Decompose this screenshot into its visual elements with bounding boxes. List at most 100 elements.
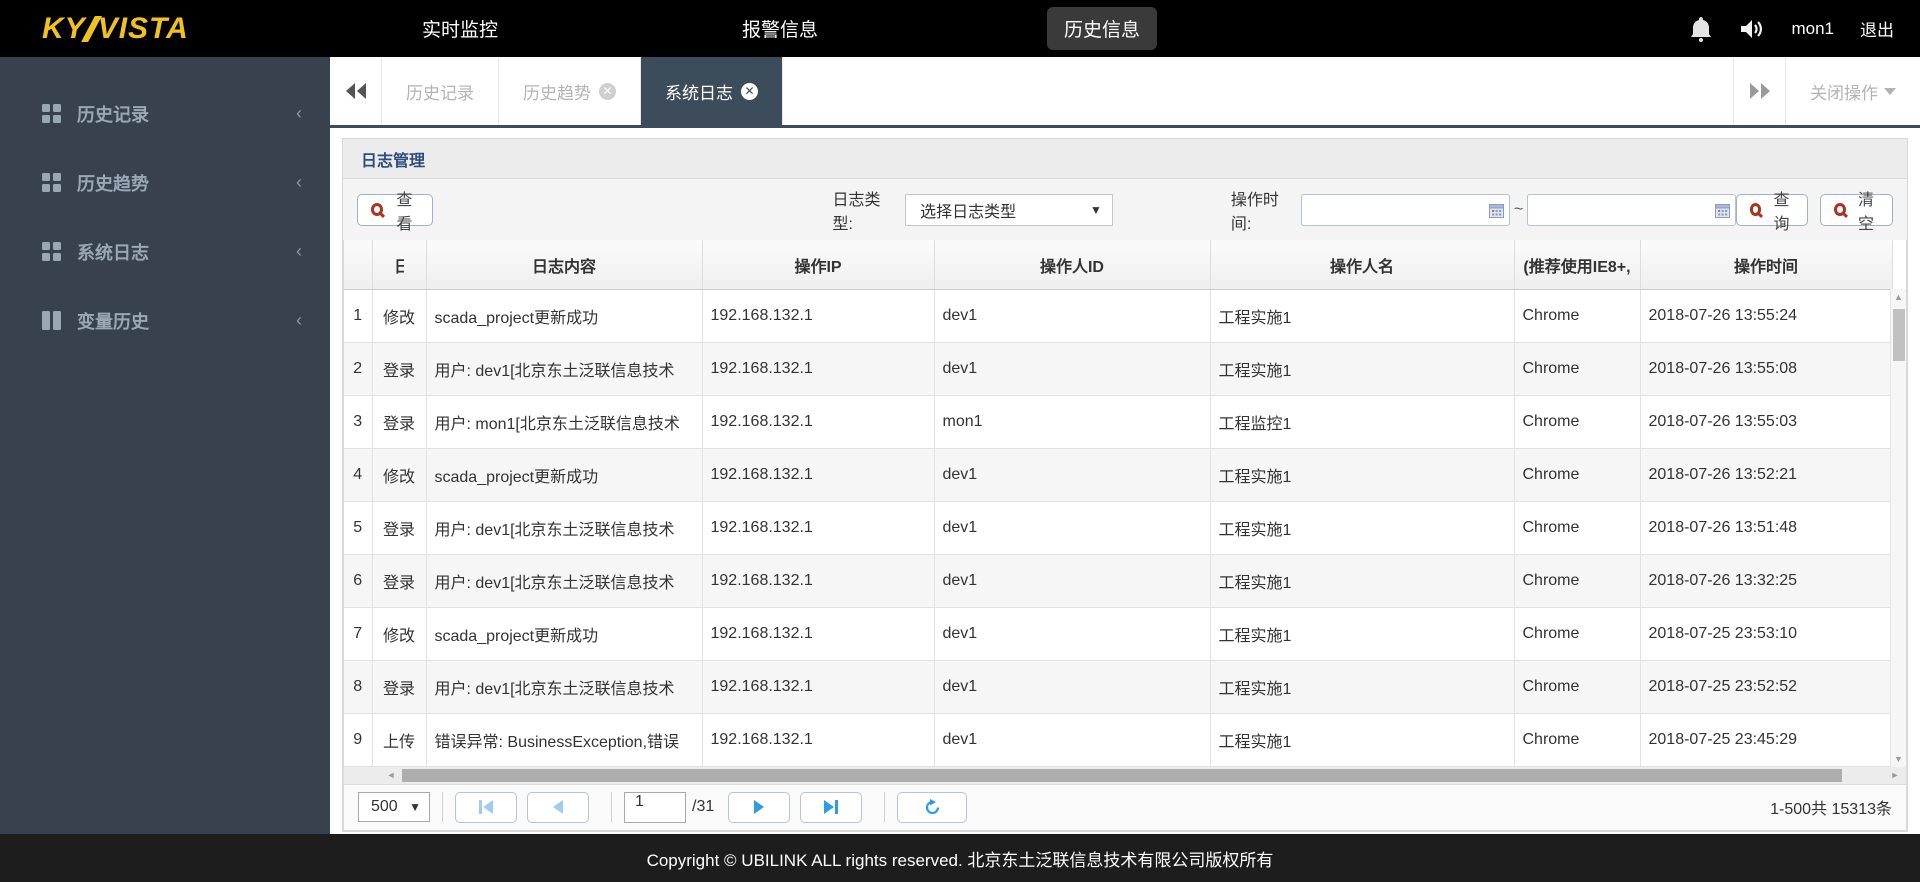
logo-text-right: VISTA bbox=[98, 12, 189, 46]
cell-log-content: scada_project更新成功 bbox=[426, 448, 702, 501]
col-log-content[interactable]: 日志内容 bbox=[426, 240, 702, 289]
cell-row-number: 8 bbox=[344, 660, 372, 713]
table-row[interactable]: 3 登录 用户: mon1[北京东土泛联信息技术 192.168.132.1 m… bbox=[344, 395, 1892, 448]
cell-operator-id: dev1 bbox=[934, 342, 1210, 395]
toolbar: 查看 日志类型: 选择日志类型 ▼ 操作时间: bbox=[343, 179, 1907, 240]
page-size-value: 500 bbox=[371, 798, 409, 816]
sidebar-item-history-records[interactable]: 历史记录 ‹ bbox=[0, 79, 330, 148]
scroll-up-icon[interactable]: ▲ bbox=[1891, 289, 1906, 305]
col-log-type[interactable]: 日志类型 bbox=[372, 240, 426, 289]
tabs-scroll-right-button[interactable] bbox=[1733, 57, 1785, 125]
time-to-input[interactable] bbox=[1527, 194, 1736, 226]
first-page-button[interactable] bbox=[455, 792, 517, 823]
scroll-down-icon[interactable]: ▼ bbox=[1891, 751, 1906, 767]
table-row[interactable]: 2 登录 用户: dev1[北京东土泛联信息技术 192.168.132.1 d… bbox=[344, 342, 1892, 395]
topnav-realtime-monitor[interactable]: 实时监控 bbox=[400, 0, 520, 57]
grid-icon bbox=[42, 104, 61, 123]
cell-operator-id: dev1 bbox=[934, 554, 1210, 607]
cell-row-number: 9 bbox=[344, 713, 372, 766]
vertical-scroll-thumb[interactable] bbox=[1893, 309, 1905, 361]
table-row[interactable]: 8 登录 用户: dev1[北京东土泛联信息技术 192.168.132.1 d… bbox=[344, 660, 1892, 713]
query-button[interactable]: 查询 bbox=[1736, 194, 1809, 226]
sidebar-item-history-trend[interactable]: 历史趋势 ‹ bbox=[0, 148, 330, 217]
close-icon[interactable]: ✕ bbox=[741, 83, 758, 100]
topnav-alarm-info[interactable]: 报警信息 bbox=[720, 0, 840, 57]
log-management-panel: 日志管理 查看 日志类型: 选择日志类型 ▼ 操作时间: bbox=[342, 138, 1908, 832]
cell-operation-time: 2018-07-26 13:55:03 bbox=[1640, 395, 1892, 448]
col-operation-time[interactable]: 操作时间 bbox=[1640, 240, 1892, 289]
cell-log-type: 修改 bbox=[372, 289, 426, 342]
refresh-button[interactable] bbox=[897, 792, 967, 823]
logout-button[interactable]: 退出 bbox=[1860, 16, 1894, 41]
topnav-label: 历史信息 bbox=[1047, 7, 1157, 50]
table-row[interactable]: 4 修改 scada_project更新成功 192.168.132.1 dev… bbox=[344, 448, 1892, 501]
scroll-left-icon[interactable]: ◄ bbox=[382, 767, 400, 784]
table-row[interactable]: 6 登录 用户: dev1[北京东土泛联信息技术 192.168.132.1 d… bbox=[344, 554, 1892, 607]
next-page-button[interactable] bbox=[728, 792, 790, 823]
columns-icon bbox=[42, 311, 61, 330]
cell-operation-ip: 192.168.132.1 bbox=[702, 448, 934, 501]
tabs-scroll-left-button[interactable] bbox=[330, 57, 382, 125]
cell-browser: Chrome bbox=[1514, 342, 1640, 395]
col-operator-name[interactable]: 操作人名 bbox=[1210, 240, 1514, 289]
previous-page-button[interactable] bbox=[527, 792, 589, 823]
col-operator-id[interactable]: 操作人ID bbox=[934, 240, 1210, 289]
log-table-wrap: 日志类型 日志内容 操作IP 操作人ID 操作人名 (推荐使用IE8+, 操作时… bbox=[343, 240, 1907, 767]
view-button-label: 查看 bbox=[390, 186, 418, 234]
col-browser[interactable]: (推荐使用IE8+, bbox=[1514, 240, 1640, 289]
cell-operator-id: dev1 bbox=[934, 713, 1210, 766]
page-number-input[interactable]: 1 bbox=[624, 792, 686, 823]
cell-browser: Chrome bbox=[1514, 554, 1640, 607]
grid-icon bbox=[42, 242, 61, 261]
sidebar-item-system-log[interactable]: 系统日志 ‹ bbox=[0, 217, 330, 286]
magnifier-icon bbox=[1834, 203, 1846, 216]
top-header: KY VISTA 实时监控 报警信息 历史信息 bbox=[0, 0, 1920, 57]
vertical-scrollbar[interactable]: ▲ ▼ bbox=[1890, 289, 1906, 767]
cell-operator-name: 工程实施1 bbox=[1210, 660, 1514, 713]
sidebar-item-variable-history[interactable]: 变量历史 ‹ bbox=[0, 286, 330, 355]
tab-history-trend[interactable]: 历史趋势 ✕ bbox=[499, 57, 641, 125]
calendar-icon[interactable] bbox=[1489, 203, 1504, 223]
horizontal-scroll-thumb[interactable] bbox=[402, 769, 1842, 782]
cell-log-content: 用户: dev1[北京东土泛联信息技术 bbox=[426, 554, 702, 607]
cell-operator-id: dev1 bbox=[934, 607, 1210, 660]
topnav-history-info[interactable]: 历史信息 bbox=[1040, 0, 1164, 57]
clear-button[interactable]: 清空 bbox=[1820, 194, 1893, 226]
cell-row-number: 1 bbox=[344, 289, 372, 342]
time-from-input[interactable] bbox=[1301, 194, 1510, 226]
table-body: 1 修改 scada_project更新成功 192.168.132.1 dev… bbox=[344, 289, 1892, 766]
col-row-number[interactable] bbox=[344, 240, 372, 289]
sidebar-item-label: 变量历史 bbox=[77, 308, 296, 334]
cell-operation-time: 2018-07-26 13:51:48 bbox=[1640, 501, 1892, 554]
sidebar-item-label: 历史记录 bbox=[77, 101, 296, 127]
topnav-label: 实时监控 bbox=[422, 15, 498, 42]
table-row[interactable]: 9 上传 错误异常: BusinessException,错误 192.168.… bbox=[344, 713, 1892, 766]
cell-log-content: scada_project更新成功 bbox=[426, 607, 702, 660]
horizontal-scrollbar[interactable]: ◄ ► bbox=[343, 767, 1907, 785]
calendar-icon[interactable] bbox=[1715, 203, 1730, 223]
cell-browser: Chrome bbox=[1514, 607, 1640, 660]
col-operation-ip[interactable]: 操作IP bbox=[702, 240, 934, 289]
grid-icon bbox=[42, 173, 61, 192]
tab-system-log[interactable]: 系统日志 ✕ bbox=[641, 57, 783, 125]
cell-operation-ip: 192.168.132.1 bbox=[702, 607, 934, 660]
table-row[interactable]: 5 登录 用户: dev1[北京东土泛联信息技术 192.168.132.1 d… bbox=[344, 501, 1892, 554]
cell-row-number: 6 bbox=[344, 554, 372, 607]
topnav-label: 报警信息 bbox=[742, 15, 818, 42]
time-range-separator: ~ bbox=[1514, 201, 1523, 219]
close-icon[interactable]: ✕ bbox=[599, 83, 616, 100]
page: KY VISTA 实时监控 报警信息 历史信息 bbox=[0, 0, 1920, 882]
bell-icon[interactable] bbox=[1689, 16, 1713, 42]
view-button[interactable]: 查看 bbox=[357, 194, 433, 226]
total-pages-label: /31 bbox=[692, 798, 714, 816]
log-type-select[interactable]: 选择日志类型 ▼ bbox=[905, 194, 1113, 226]
last-page-button[interactable] bbox=[800, 792, 862, 823]
tab-history-records[interactable]: 历史记录 bbox=[382, 57, 499, 125]
speaker-icon[interactable] bbox=[1739, 17, 1765, 41]
table-row[interactable]: 1 修改 scada_project更新成功 192.168.132.1 dev… bbox=[344, 289, 1892, 342]
close-operations-dropdown[interactable]: 关闭操作 bbox=[1785, 57, 1920, 125]
divider bbox=[442, 792, 443, 822]
scroll-right-icon[interactable]: ► bbox=[1886, 767, 1904, 784]
table-row[interactable]: 7 修改 scada_project更新成功 192.168.132.1 dev… bbox=[344, 607, 1892, 660]
page-size-select[interactable]: 500 ▼ bbox=[358, 792, 430, 822]
